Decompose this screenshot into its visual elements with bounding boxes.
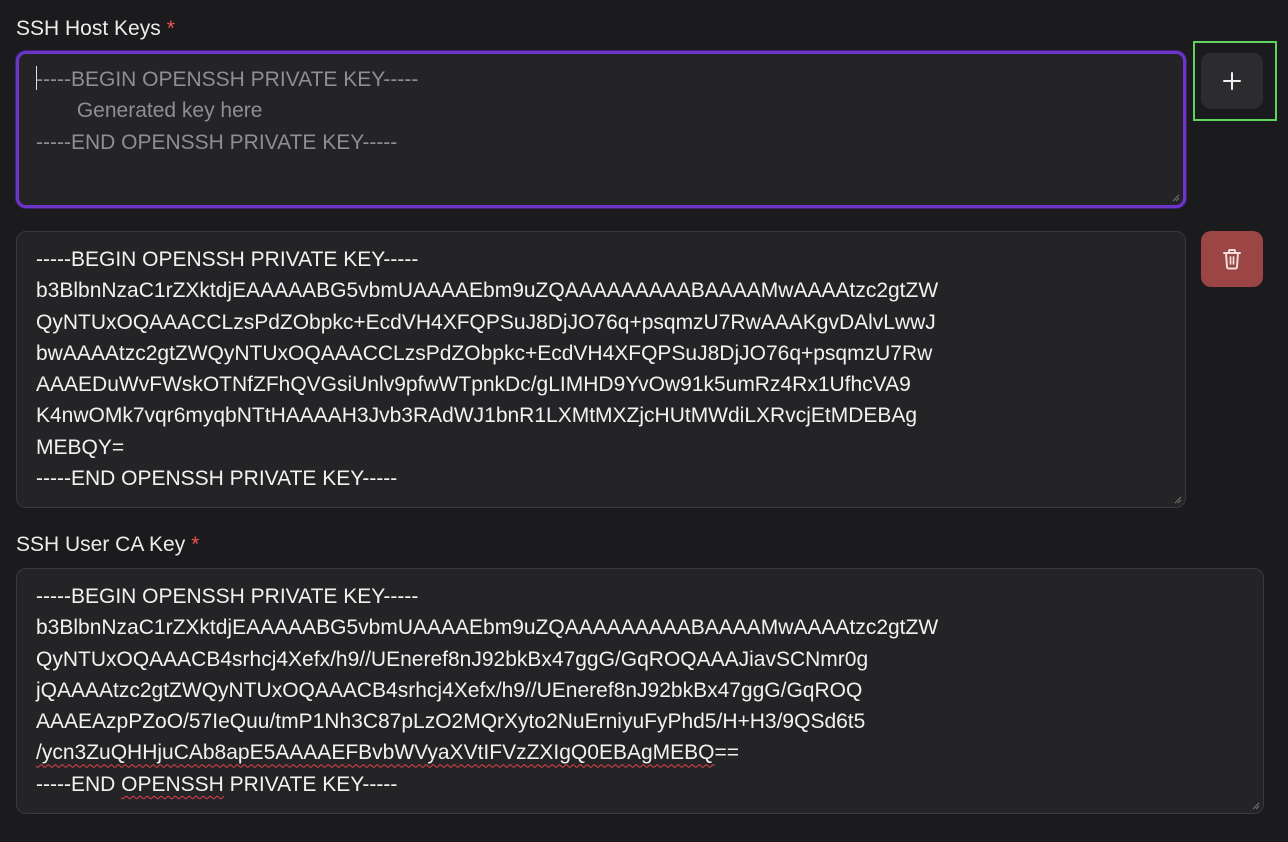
user-ca-key-textarea[interactable]: -----BEGIN OPENSSH PRIVATE KEY----- b3Bl… xyxy=(16,568,1264,814)
placeholder-line-3: -----END OPENSSH PRIVATE KEY----- xyxy=(36,130,398,154)
user-ca-key-label-text: SSH User CA Key xyxy=(16,533,186,556)
ca-key-line-1: -----BEGIN OPENSSH PRIVATE KEY----- xyxy=(36,585,419,608)
resize-grip-icon[interactable] xyxy=(1172,194,1180,202)
existing-host-key-textarea[interactable]: -----BEGIN OPENSSH PRIVATE KEY----- b3Bl… xyxy=(16,231,1186,508)
new-host-key-textarea[interactable]: -----BEGIN OPENSSH PRIVATE KEY----- Gene… xyxy=(16,51,1186,208)
ca-key-line-7-end: PRIVATE KEY----- xyxy=(223,772,398,796)
add-host-key-button[interactable] xyxy=(1201,53,1263,109)
host-keys-label-text: SSH Host Keys xyxy=(16,17,161,40)
ca-key-line-4: jQAAAAtzc2gtZWQyNTUxOQAAACB4srhcj4Xefx/h… xyxy=(36,678,863,702)
ca-key-line-7-misspelled: OPENSSH xyxy=(121,772,224,796)
ca-key-line-6-misspelled: /ycn3ZuQHHjuCAb8apE5AAAAEFBvbWVyaXVtIFVz… xyxy=(36,741,715,765)
delete-host-key-button[interactable] xyxy=(1201,231,1263,287)
placeholder-line-2: Generated key here xyxy=(36,99,263,123)
ca-key-line-5: AAAEAzpPZoO/57IeQuu/tmP1Nh3C87pLzO2MQrXy… xyxy=(36,710,866,734)
placeholder-line-1: -----BEGIN OPENSSH PRIVATE KEY----- xyxy=(36,68,419,91)
host-key-value: -----BEGIN OPENSSH PRIVATE KEY----- b3Bl… xyxy=(36,248,939,491)
host-keys-label: SSH Host Keys * xyxy=(16,17,175,41)
ca-key-line-6-end: == xyxy=(714,741,740,765)
resize-grip-icon[interactable] xyxy=(1252,802,1260,810)
required-asterisk: * xyxy=(166,17,175,40)
ca-key-line-7-start: -----END xyxy=(36,772,122,796)
ca-key-line-3: QyNTUxOQAAACB4srhcj4Xefx/h9//UEneref8nJ9… xyxy=(36,647,869,671)
trash-icon xyxy=(1223,249,1241,270)
resize-grip-icon[interactable] xyxy=(1174,496,1182,504)
ca-key-line-2: b3BlbnNzaC1rZXktdjEAAAAABG5vbmUAAAAEbm9u… xyxy=(36,616,939,640)
required-asterisk: * xyxy=(191,533,200,556)
user-ca-key-label: SSH User CA Key * xyxy=(16,533,199,557)
plus-icon xyxy=(1223,72,1241,90)
